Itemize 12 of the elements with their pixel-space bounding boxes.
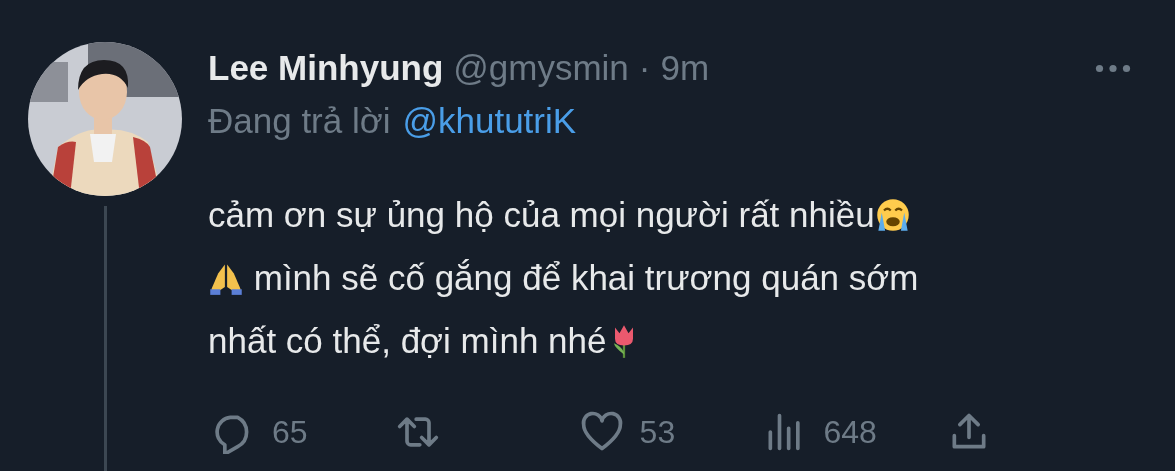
separator: · bbox=[638, 48, 651, 88]
author-name[interactable]: Lee Minhyung bbox=[208, 48, 444, 88]
action-count: 53 bbox=[639, 413, 676, 451]
timestamp[interactable]: 9m bbox=[660, 48, 710, 88]
tweet-text: mình sẽ cố gắng để khai trương quán sớm bbox=[252, 257, 919, 298]
replying-to-label: Đang trả lời bbox=[208, 101, 391, 141]
action-count: 65 bbox=[272, 413, 308, 451]
author-handle[interactable]: @gmysmin bbox=[453, 48, 629, 88]
action-count: 648 bbox=[823, 413, 877, 451]
mention-link[interactable]: @khututriK bbox=[402, 101, 577, 141]
tweet-text: nhất có thể, đợi mình nhé bbox=[208, 320, 607, 361]
tweet-text: cảm ơn sự ủng hộ của mọi người rất nhiều bbox=[208, 194, 875, 235]
